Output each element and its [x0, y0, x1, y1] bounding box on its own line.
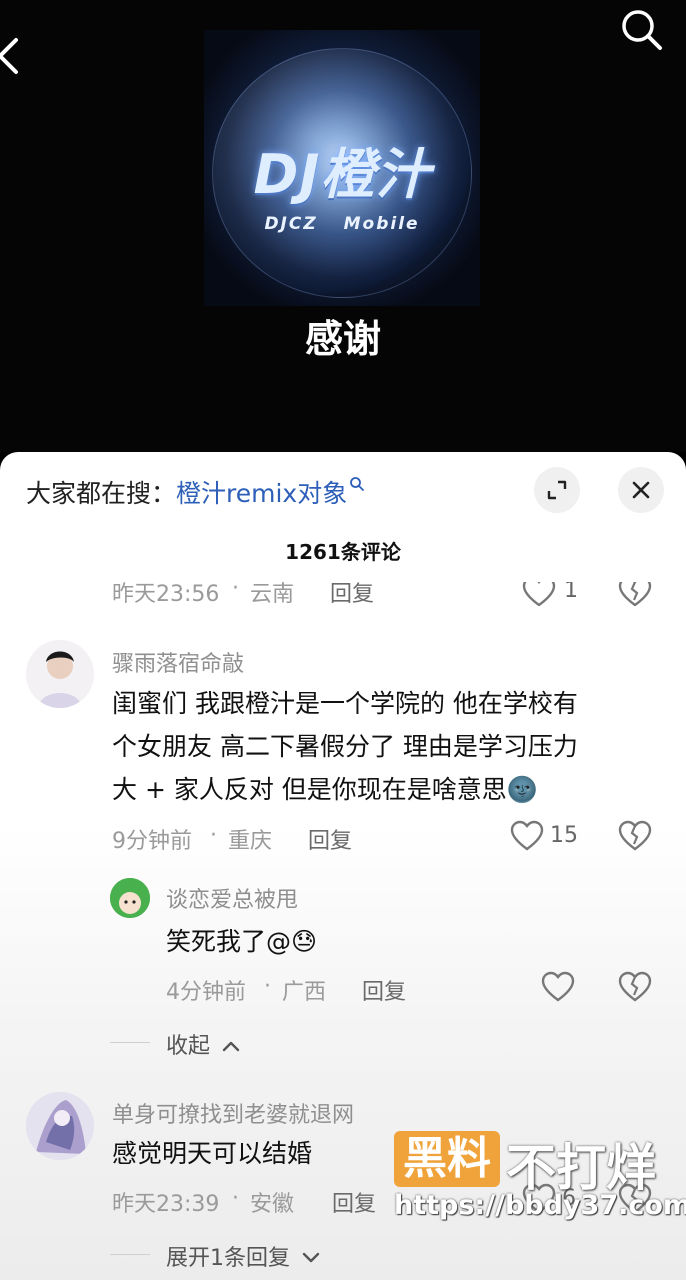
reply-button[interactable]: 回复	[332, 1186, 376, 1218]
partial-comment-meta: 昨天23:56 · 云南 回复 1	[0, 582, 686, 606]
video-area: DJ橙汁 DJCZ Mobile 感谢	[0, 0, 686, 452]
search-icon	[622, 10, 662, 50]
cover-brand-text: DJ橙汁	[253, 143, 431, 206]
search-button[interactable]	[618, 6, 666, 54]
reply-text: 笑死我了@😓	[166, 927, 318, 956]
reply-button[interactable]: 回复	[362, 974, 406, 1006]
hot-search-keyword[interactable]: 橙汁remix对象	[176, 479, 347, 508]
chevron-left-icon	[0, 38, 18, 74]
expand-replies-button[interactable]: 展开1条回复	[166, 1240, 321, 1272]
cover-sub-text: DJCZ Mobile	[264, 214, 420, 234]
broken-heart-icon[interactable]	[618, 971, 652, 1003]
avatar[interactable]	[26, 1092, 94, 1160]
expand-button[interactable]	[534, 467, 580, 513]
back-button[interactable]	[0, 34, 24, 78]
like-count: 15	[550, 823, 578, 848]
reply-button[interactable]: 回复	[330, 582, 374, 606]
like-count: 1	[564, 582, 578, 603]
comment-text-line: 大 + 家人反对 但是你现在是啥意思🌚	[112, 775, 538, 804]
heart-icon[interactable]	[522, 582, 556, 606]
close-icon	[632, 481, 650, 499]
heart-icon[interactable]	[541, 971, 575, 1003]
chevron-down-icon	[302, 1252, 320, 1263]
comment-time: 9分钟前	[112, 829, 192, 854]
hot-search-prefix: 大家都在搜：	[26, 479, 177, 508]
comment-text: 闺蜜们 我跟橙汁是一个学院的 他在学校有 个女朋友 高二下暑假分了 理由是学习压…	[112, 682, 578, 811]
reply-button[interactable]: 回复	[308, 823, 352, 855]
avatar[interactable]	[110, 878, 150, 918]
album-cover[interactable]: DJ橙汁 DJCZ Mobile	[204, 30, 480, 306]
watermark-logo-box: 黑料	[394, 1131, 500, 1187]
chevron-up-icon	[222, 1041, 240, 1052]
expand-label: 展开1条回复	[166, 1246, 290, 1271]
comment-time: 昨天23:56	[112, 582, 220, 606]
comment-text-line: 闺蜜们 我跟橙汁是一个学院的 他在学校有	[112, 689, 578, 718]
avatar-image	[110, 878, 150, 918]
song-title: 感谢	[304, 317, 381, 361]
comment-text: 感觉明天可以结婚	[112, 1139, 313, 1168]
comment-location: 云南	[250, 582, 295, 606]
broken-heart-icon[interactable]	[618, 820, 652, 852]
comment-username[interactable]: 单身可撩找到老婆就退网	[112, 1097, 354, 1129]
broken-heart-icon[interactable]	[618, 582, 652, 606]
avatar-image	[26, 640, 94, 708]
comment-username[interactable]: 骤雨落宿命敲	[112, 646, 244, 678]
avatar-image	[26, 1092, 94, 1160]
meta-separator: ·	[232, 1186, 239, 1211]
close-button[interactable]	[618, 467, 664, 513]
reply-username[interactable]: 谈恋爱总被甩	[166, 882, 298, 914]
small-search-icon	[350, 477, 365, 491]
meta-separator: ·	[210, 823, 217, 848]
reply-time: 4分钟前	[166, 980, 246, 1005]
avatar[interactable]	[26, 640, 94, 708]
comment-location: 安徽	[250, 1192, 295, 1217]
collapse-label: 收起	[166, 1034, 211, 1059]
comment-location: 重庆	[228, 829, 273, 854]
hot-search-bar[interactable]: 大家都在搜：橙汁remix对象	[26, 474, 365, 510]
divider	[110, 1254, 150, 1255]
heart-icon[interactable]	[510, 820, 544, 852]
collapse-replies-button[interactable]: 收起	[166, 1028, 241, 1060]
meta-separator: ·	[232, 582, 239, 601]
divider	[110, 1042, 150, 1043]
comment-text-line: 个女朋友 高二下暑假分了 理由是学习压力	[112, 732, 578, 761]
reply-location: 广西	[282, 980, 327, 1005]
comment-count: 1261条评论	[285, 540, 401, 564]
watermark-url: https://bbdy37.com	[394, 1190, 686, 1221]
meta-separator: ·	[264, 974, 271, 999]
comment-time: 昨天23:39	[112, 1192, 220, 1217]
expand-icon	[547, 480, 567, 500]
